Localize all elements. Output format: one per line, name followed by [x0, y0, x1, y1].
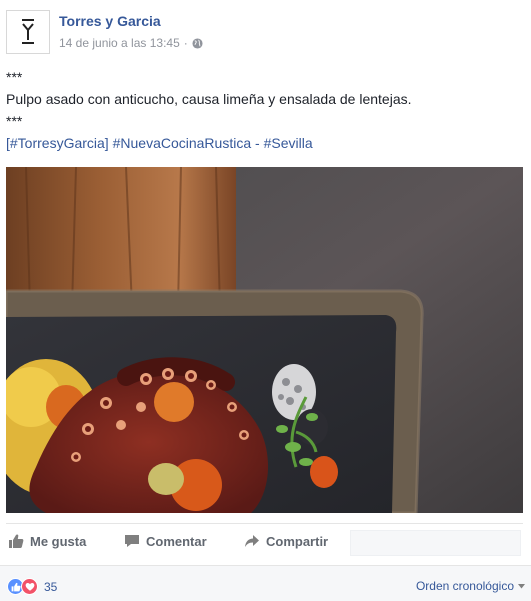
post-hashtags: [#TorresyGarcia] #NuevaCocinaRustica - #…: [6, 135, 526, 151]
meta-separator: ·: [183, 36, 188, 50]
hashtag-nuevacocinarustica[interactable]: #NuevaCocinaRustica: [113, 135, 252, 151]
order-dropdown[interactable]: Orden cronológico: [416, 579, 525, 593]
post-timestamp[interactable]: 14 de junio a las 13:45: [59, 36, 180, 50]
post-line-3: ***: [6, 113, 23, 129]
placeholder-box: [350, 530, 521, 556]
post-footer: 35 Orden cronológico: [0, 565, 531, 601]
post-body: *** Pulpo asado con anticucho, causa lim…: [6, 69, 526, 157]
reaction-count[interactable]: 35: [44, 580, 57, 594]
post-action-bar: Me gusta Comentar Compartir: [6, 523, 523, 559]
globe-icon[interactable]: [192, 37, 203, 49]
like-button[interactable]: Me gusta: [8, 533, 86, 549]
torres-y-garcia-logo-icon: [22, 19, 34, 44]
post-line-2: Pulpo asado con anticucho, causa limeña …: [6, 91, 412, 107]
reactions-summary[interactable]: 35: [7, 578, 57, 595]
order-label: Orden cronológico: [415, 579, 514, 593]
love-reaction-icon: [21, 578, 38, 595]
post-header: Torres y Garcia 14 de junio a las 13:45 …: [6, 6, 526, 54]
page-name-link[interactable]: Torres y Garcia: [59, 13, 161, 29]
comment-button[interactable]: Comentar: [124, 533, 207, 549]
hashtag-separator: -: [251, 135, 264, 151]
page-avatar[interactable]: [6, 10, 50, 54]
octopus-dish-photo: [6, 167, 523, 513]
comment-label: Comentar: [146, 533, 207, 549]
hashtag-torresygarcia[interactable]: [#TorresyGarcia]: [6, 135, 109, 151]
share-icon: [245, 535, 259, 547]
caret-down-icon: [518, 583, 525, 588]
post-meta: 14 de junio a las 13:45 ·: [59, 36, 203, 50]
post-line-1: ***: [6, 69, 23, 85]
post-photo[interactable]: [6, 167, 523, 513]
share-label: Compartir: [266, 533, 329, 549]
comment-icon: [125, 535, 139, 547]
thumbs-up-icon: [9, 534, 24, 548]
share-button[interactable]: Compartir: [244, 533, 328, 549]
like-label: Me gusta: [30, 533, 87, 549]
hashtag-sevilla[interactable]: #Sevilla: [264, 135, 313, 151]
